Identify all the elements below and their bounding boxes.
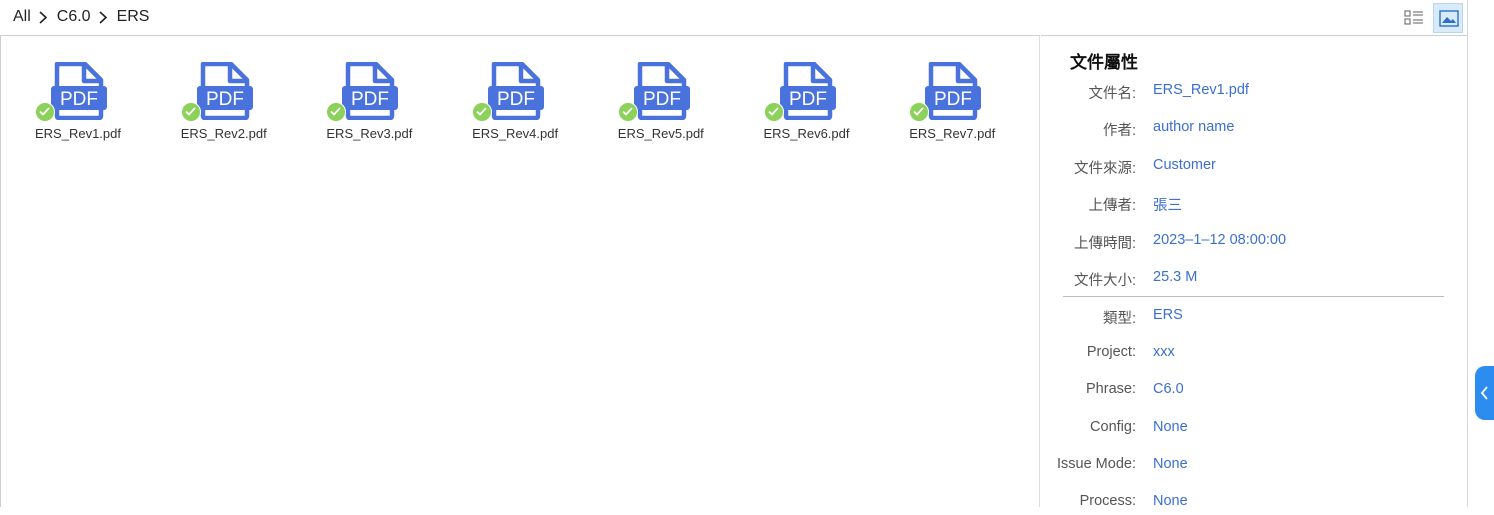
property-label: 上傳時間: [1073,236,1136,252]
pdf-file-icon: PDF [196,62,253,120]
pdf-file-icon: PDF [51,62,107,120]
property-value: xxx [1153,344,1175,360]
property-row: Process: None [1041,493,1461,515]
property-row: 類型: ERS [1041,307,1461,329]
properties-divider [1063,296,1444,297]
check-icon [472,102,493,122]
pdf-label: PDF [497,89,535,110]
file-name: ERS_Rev2.pdf [180,126,267,141]
breadcrumb-item-ers[interactable]: ERS [117,8,150,26]
check-icon [180,102,201,122]
property-value: 張三 [1153,198,1182,214]
pdf-label: PDF [206,89,244,110]
property-value: 2023–1–12 08:00:00 [1153,232,1287,248]
pdf-file-icon: PDF [779,62,836,120]
property-label: 文件來源: [1073,161,1136,177]
pdf-label: PDF [351,89,389,110]
file-name: ERS_Rev7.pdf [909,126,996,141]
property-label: 類型: [1102,311,1136,327]
property-row: Issue Mode: None [1041,456,1461,478]
right-edge [1467,0,1494,507]
properties-panel: 文件屬性 文件名: ERS_Rev1.pdf 作者: author name 文件來源:… [1041,35,1467,509]
file-item[interactable]: PDF ERS_Rev6.pdf [752,60,862,150]
breadcrumb-bar: All C6.0 ERS [0,0,1467,34]
pdf-label: PDF [60,89,98,110]
file-item[interactable]: PDF ERS_Rev3.pdf [314,60,424,150]
property-row: 上傳者: 張三 [1041,194,1461,216]
list-view-icon [1404,10,1423,25]
property-row: Config: None [1041,419,1461,441]
file-name: ERS_Rev6.pdf [763,126,850,141]
check-icon [617,102,638,122]
breadcrumb-item-c6[interactable]: C6.0 [57,8,91,26]
property-label: Config: [1090,419,1136,435]
property-row: Project: xxx [1041,344,1461,366]
pdf-label: PDF [789,89,827,110]
properties-title: 文件屬性 [1070,53,1138,72]
pdf-file-icon: PDF [488,62,545,120]
file-item[interactable]: PDF ERS_Rev5.pdf [606,60,716,150]
property-row: 文件名: ERS_Rev1.pdf [1041,82,1461,104]
file-name: ERS_Rev5.pdf [617,126,704,141]
property-label: 作者: [1102,123,1136,139]
property-value: author name [1153,119,1235,135]
property-label: Project: [1086,344,1136,360]
file-name: ERS_Rev3.pdf [326,126,413,141]
chevron-right-icon [31,7,57,27]
property-label: Issue Mode: [1057,456,1136,472]
property-label: 文件大小: [1073,273,1136,289]
thumbnail-view-icon [1439,10,1459,27]
property-value: None [1153,456,1188,472]
check-icon [35,102,55,122]
file-item[interactable]: PDF ERS_Rev2.pdf [169,60,279,150]
property-row: 上傳時間: 2023–1–12 08:00:00 [1041,232,1461,254]
file-name: ERS_Rev1.pdf [35,126,121,141]
list-view-button[interactable] [1399,3,1429,33]
file-name: ERS_Rev4.pdf [472,126,559,141]
property-row: 作者: author name [1041,119,1461,141]
pdf-label: PDF [643,89,681,110]
chevron-left-icon [1480,386,1488,400]
breadcrumb-item-all[interactable]: All [13,8,31,26]
check-icon [763,102,784,122]
property-row: 文件大小: 25.3 M [1041,269,1461,291]
pdf-file-icon: PDF [633,62,690,120]
property-label: 上傳者: [1088,198,1136,214]
property-label: 文件名: [1088,86,1136,102]
property-value: C6.0 [1153,381,1184,397]
collapse-panel-button[interactable] [1475,366,1494,420]
property-value: Customer [1153,157,1216,173]
property-value: ERS_Rev1.pdf [1153,82,1249,98]
breadcrumb: All C6.0 ERS [13,7,149,27]
file-grid: PDF ERS_Rev1.pdf PDF ERS_Rev2.pdf PDF ERS_Rev… [0,35,1040,507]
thumbnail-view-button[interactable] [1433,3,1463,33]
property-row: Phrase: C6.0 [1041,381,1461,403]
file-item[interactable]: PDF ERS_Rev7.pdf [897,60,1007,150]
file-item[interactable]: PDF ERS_Rev1.pdf [23,60,133,150]
property-value: None [1153,419,1188,435]
pdf-file-icon: PDF [925,62,982,120]
file-item[interactable]: PDF ERS_Rev4.pdf [460,60,570,150]
pdf-label: PDF [934,89,972,110]
property-value: 25.3 M [1153,269,1198,285]
property-row: 文件來源: Customer [1041,157,1461,179]
chevron-right-icon [91,7,117,27]
property-value: ERS [1153,307,1183,323]
property-label: Phrase: [1086,381,1136,397]
pdf-file-icon: PDF [342,62,399,120]
